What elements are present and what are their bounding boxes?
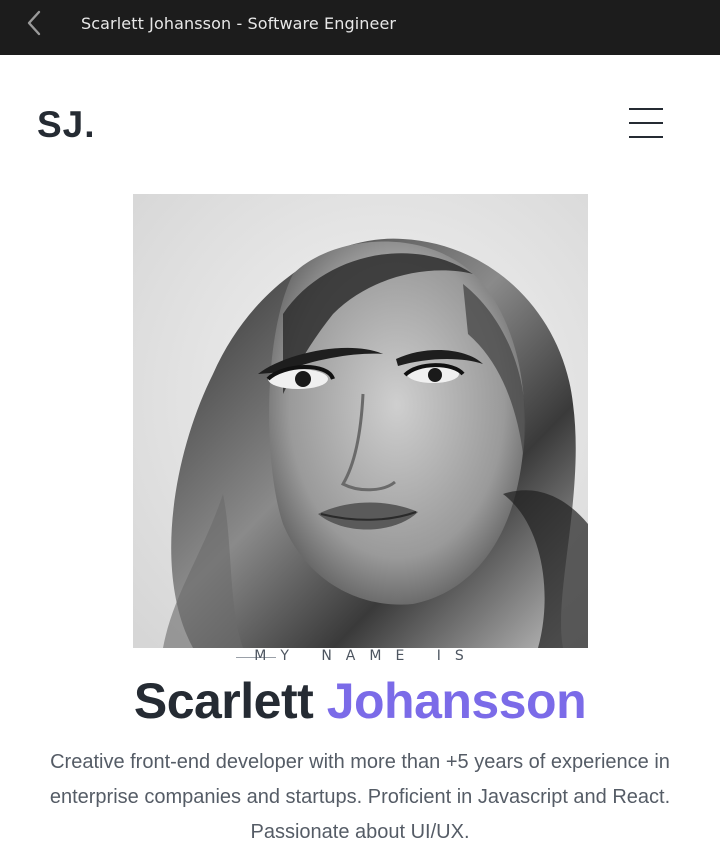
- menu-bar-bottom: [629, 136, 663, 138]
- menu-button[interactable]: [627, 106, 665, 140]
- back-button[interactable]: [20, 9, 48, 37]
- menu-bar-top: [629, 108, 663, 110]
- first-name: Scarlett: [133, 673, 314, 729]
- last-name: Johansson: [326, 673, 587, 729]
- site-logo[interactable]: SJ.: [37, 104, 96, 146]
- chevron-left-icon: [27, 10, 41, 36]
- browser-top-bar: Scarlett Johansson - Software Engineer: [0, 0, 720, 55]
- profile-photo: [133, 194, 588, 648]
- eyebrow-text: MY NAME IS: [254, 648, 478, 664]
- hero-name: Scarlett Johansson: [0, 672, 720, 730]
- page-title: Scarlett Johansson - Software Engineer: [81, 14, 397, 33]
- portrait-illustration: [133, 194, 588, 648]
- bio-text: Creative front-end developer with more t…: [49, 751, 671, 843]
- menu-bar-middle: [629, 122, 663, 124]
